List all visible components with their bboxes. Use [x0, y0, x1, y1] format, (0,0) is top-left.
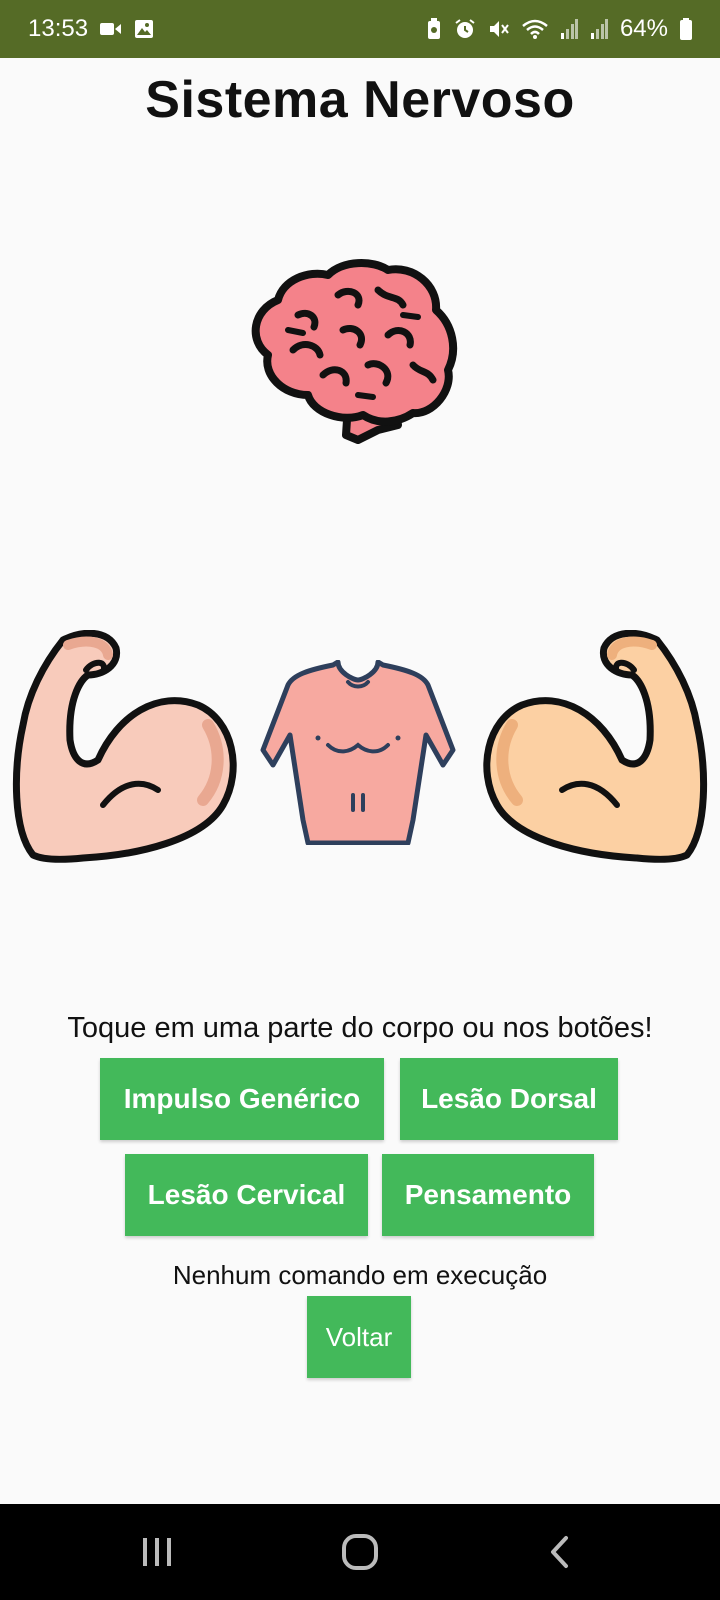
- status-bar: 13:53 64%: [0, 0, 720, 58]
- video-icon: [100, 21, 122, 37]
- wifi-icon: [522, 19, 548, 39]
- brain-icon[interactable]: [248, 255, 470, 450]
- recents-icon[interactable]: [135, 1532, 179, 1572]
- left-arm-icon[interactable]: [8, 630, 248, 865]
- signal-icon: [560, 19, 578, 39]
- mute-icon: [488, 18, 510, 40]
- home-icon[interactable]: [338, 1532, 382, 1572]
- status-time: 13:53: [28, 15, 89, 42]
- image-icon: [134, 19, 154, 39]
- impulso-generico-button[interactable]: Impulso Genérico: [100, 1058, 384, 1140]
- navigation-bar: [0, 1504, 720, 1600]
- signal-icon: [590, 19, 608, 39]
- back-icon[interactable]: [538, 1532, 582, 1572]
- command-status-text: Nenhum comando em execução: [172, 1260, 548, 1290]
- page-title: Sistema Nervoso: [145, 71, 575, 129]
- lesao-dorsal-button[interactable]: Lesão Dorsal: [400, 1058, 618, 1140]
- pensamento-button[interactable]: Pensamento: [382, 1154, 594, 1236]
- right-arm-icon[interactable]: [472, 630, 712, 865]
- battery-icon: [680, 18, 692, 40]
- voltar-button[interactable]: Voltar: [307, 1296, 411, 1378]
- lesao-cervical-button[interactable]: Lesão Cervical: [125, 1154, 368, 1236]
- alarm-icon: [454, 18, 476, 40]
- battery-percentage: 64%: [619, 15, 668, 42]
- torso-icon[interactable]: [258, 660, 458, 845]
- battery-saver-icon: [426, 18, 442, 40]
- instruction-text: Toque em uma parte do corpo ou nos botõe…: [67, 1012, 653, 1044]
